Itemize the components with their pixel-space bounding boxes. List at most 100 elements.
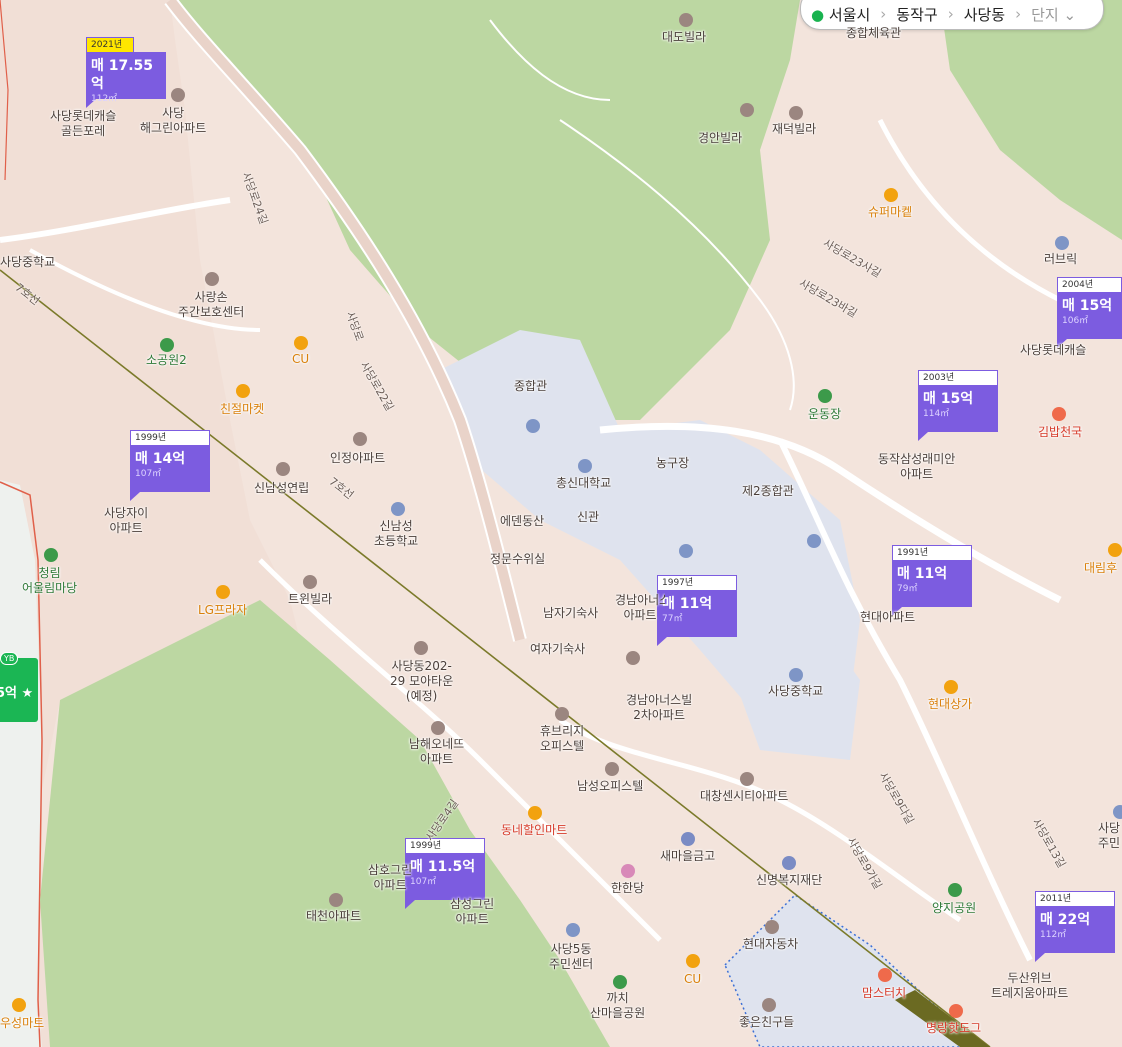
place-label: 신명복지재단 bbox=[756, 873, 823, 887]
building-icon[interactable] bbox=[679, 13, 693, 27]
building-icon[interactable] bbox=[329, 893, 343, 907]
place-label: 농구장 bbox=[656, 456, 690, 470]
place-label: 트윈빌라 bbox=[288, 592, 333, 606]
park-icon[interactable] bbox=[948, 883, 962, 897]
parking-icon[interactable] bbox=[807, 534, 821, 548]
store-icon[interactable] bbox=[1108, 543, 1122, 557]
park-icon[interactable] bbox=[44, 548, 58, 562]
building-icon[interactable] bbox=[740, 103, 754, 117]
building-icon[interactable] bbox=[626, 651, 640, 665]
building-icon[interactable] bbox=[276, 462, 290, 476]
building-icon[interactable] bbox=[789, 106, 803, 120]
parking-icon[interactable] bbox=[679, 544, 693, 558]
place-label: 재덕빌라 bbox=[772, 122, 817, 136]
park-icon[interactable] bbox=[613, 975, 627, 989]
park-icon[interactable] bbox=[160, 338, 174, 352]
place-label: 휴브리지 오피스텔 bbox=[540, 724, 585, 753]
building-icon[interactable] bbox=[431, 721, 445, 735]
restaurant-icon[interactable] bbox=[949, 1004, 963, 1018]
park-icon[interactable] bbox=[818, 389, 832, 403]
place-label: 사당자이 아파트 bbox=[104, 506, 149, 535]
place-label: 정문수위실 bbox=[490, 552, 546, 566]
place-label: 소공원2 bbox=[146, 353, 187, 367]
building-icon[interactable] bbox=[171, 88, 185, 102]
listing-price: 매 22억 bbox=[1040, 912, 1091, 928]
building-icon[interactable] bbox=[605, 762, 619, 776]
building-icon[interactable] bbox=[762, 998, 776, 1012]
store-icon[interactable] bbox=[294, 336, 308, 350]
listing-card[interactable]: 1991년 매 11억 79㎡ bbox=[892, 545, 972, 616]
university-icon[interactable] bbox=[578, 459, 592, 473]
building-icon[interactable] bbox=[555, 707, 569, 721]
place-label: 신관 bbox=[577, 510, 600, 524]
pharmacy-icon[interactable] bbox=[621, 864, 635, 878]
listing-card[interactable]: 2004년 매 15억 106㎡ bbox=[1057, 277, 1122, 348]
store-icon[interactable] bbox=[686, 954, 700, 968]
place-label: 신남성 초등학교 bbox=[374, 519, 419, 548]
place-label: 삼호그린 아파트 bbox=[368, 863, 413, 892]
place-label: 남해오네뜨 아파트 bbox=[409, 737, 465, 766]
place-label: 현대상가 bbox=[928, 697, 973, 711]
building-icon[interactable] bbox=[205, 272, 219, 286]
place-label: 친절마켓 bbox=[220, 402, 265, 416]
listing-year: 1997년 bbox=[657, 575, 737, 590]
building-icon[interactable] bbox=[1055, 236, 1069, 250]
restaurant-icon[interactable] bbox=[1052, 407, 1066, 421]
store-icon[interactable] bbox=[944, 680, 958, 694]
car-dealer-icon[interactable] bbox=[765, 920, 779, 934]
dong-selector[interactable]: 사당동 bbox=[954, 4, 1015, 25]
complex-selector[interactable]: 단지 ⌄ bbox=[1021, 4, 1086, 25]
listing-area: 77㎡ bbox=[662, 614, 683, 624]
school-icon[interactable] bbox=[391, 502, 405, 516]
place-label: 사당 해그린아파트 bbox=[140, 106, 207, 135]
building-icon[interactable] bbox=[303, 575, 317, 589]
parking-icon[interactable] bbox=[526, 419, 540, 433]
office-icon[interactable] bbox=[566, 923, 580, 937]
place-label: 우성마트 bbox=[0, 1016, 45, 1030]
card-pointer bbox=[1035, 953, 1045, 962]
restaurant-icon[interactable] bbox=[878, 968, 892, 982]
building-icon[interactable] bbox=[353, 432, 367, 446]
building-icon[interactable] bbox=[740, 772, 754, 786]
store-icon[interactable] bbox=[216, 585, 230, 599]
listing-year: 2004년 bbox=[1057, 277, 1122, 292]
store-icon[interactable] bbox=[12, 998, 26, 1012]
place-label: 명랑핫도그 bbox=[926, 1021, 982, 1035]
place-label: CU bbox=[292, 352, 310, 366]
complex-label: 단지 bbox=[1031, 5, 1059, 24]
featured-listing-card[interactable]: YB 5억 ★ bbox=[0, 652, 38, 722]
place-label: 대창센시티아파트 bbox=[700, 789, 789, 803]
place-label: 인정아파트 bbox=[330, 451, 386, 465]
office-icon[interactable] bbox=[782, 856, 796, 870]
listing-area: 107㎡ bbox=[410, 877, 437, 887]
city-selector[interactable]: ● 서울시 bbox=[801, 4, 880, 25]
store-icon[interactable] bbox=[236, 384, 250, 398]
featured-price: 5억 ★ bbox=[0, 686, 34, 701]
office-icon[interactable] bbox=[1113, 805, 1122, 819]
listing-year: 2003년 bbox=[918, 370, 998, 385]
city-label: 서울시 bbox=[828, 5, 871, 24]
listing-card[interactable]: 2021년 매 17.55억 112㎡ bbox=[86, 37, 166, 108]
bank-icon[interactable] bbox=[681, 832, 695, 846]
listing-card[interactable]: 2003년 매 15억 114㎡ bbox=[918, 370, 998, 441]
listing-price: 매 11억 bbox=[662, 596, 713, 612]
card-pointer bbox=[130, 492, 140, 501]
listing-card[interactable]: 1999년 매 14억 107㎡ bbox=[130, 430, 210, 501]
building-icon[interactable] bbox=[414, 641, 428, 655]
school-icon[interactable] bbox=[789, 668, 803, 682]
place-label: 총신대학교 bbox=[556, 476, 612, 490]
place-label: 여자기숙사 bbox=[530, 642, 586, 656]
place-label: 에덴동산 bbox=[500, 514, 545, 528]
place-label: 사당롯데캐슬 bbox=[1020, 343, 1087, 357]
listing-card[interactable]: 1997년 매 11억 77㎡ bbox=[657, 575, 737, 646]
district-selector[interactable]: 동작구 bbox=[886, 4, 947, 25]
place-label: LG프라자 bbox=[198, 603, 248, 617]
listing-price: 매 15억 bbox=[1062, 298, 1113, 314]
store-icon[interactable] bbox=[884, 188, 898, 202]
place-label: 운동장 bbox=[808, 407, 842, 421]
place-label: 사당동202- 29 모아타운 (예정) bbox=[390, 659, 454, 703]
place-label: 대림후 bbox=[1084, 561, 1118, 575]
listing-card[interactable]: 2011년 매 22억 112㎡ bbox=[1035, 891, 1115, 962]
store-icon[interactable] bbox=[528, 806, 542, 820]
card-pointer bbox=[657, 637, 667, 646]
